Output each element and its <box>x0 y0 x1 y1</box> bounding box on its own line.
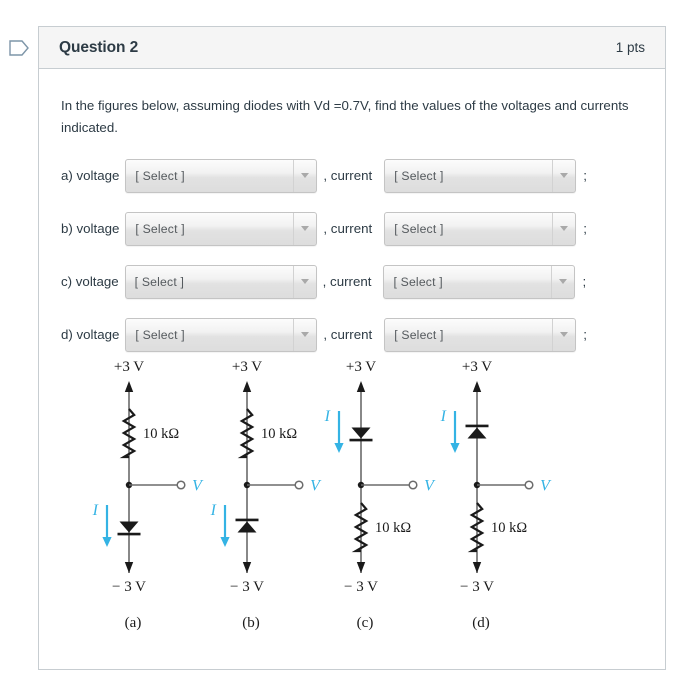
chevron-down-icon[interactable] <box>293 159 316 192</box>
open-terminal-c <box>408 480 418 490</box>
bottom-rail-label-c: − 3 V <box>344 579 378 595</box>
circuit-diagram-svg: +3 V− 3 V(a)V10 kΩI+3 V− 3 V(b)V10 kΩI+3… <box>92 359 552 631</box>
current-label-b: I <box>210 502 217 519</box>
current-label-a: I <box>92 502 99 519</box>
current-arrow-head-c <box>334 443 344 453</box>
circuit-c: +3 V − 3 V (c) V I 10 kΩ <box>324 359 436 631</box>
voltage-select-c[interactable]: [ Select ] <box>124 264 317 299</box>
voltage-select-a-value: [ Select ] <box>135 168 185 183</box>
top-arrowhead-b <box>242 381 252 392</box>
bottom-rail-label-d: − 3 V <box>460 579 494 595</box>
circuit-caption-d: (d) <box>472 615 490 631</box>
bottom-arrowhead-d <box>472 562 482 573</box>
voltage-select-b[interactable]: [ Select ] <box>125 211 318 246</box>
diode-triangle-a <box>119 521 139 533</box>
top-rail-label-d: +3 V <box>462 359 492 375</box>
page-title: Question 2 <box>59 38 139 56</box>
circuit-caption-a: (a) <box>125 615 142 631</box>
bottom-arrowhead-a <box>124 562 134 573</box>
chevron-down-icon[interactable] <box>293 318 316 351</box>
answer-row: b) voltage [ Select ] , current [ Select… <box>61 205 643 252</box>
answer-row-end-d: ; <box>583 327 587 343</box>
current-select-a[interactable]: [ Select ] <box>384 158 577 193</box>
answer-row-end-a: ; <box>583 168 587 184</box>
chevron-down-icon[interactable] <box>552 318 575 351</box>
voltage-select-d-value: [ Select ] <box>135 327 185 342</box>
answer-row: c) voltage [ Select ] , current [ Select… <box>61 258 643 305</box>
question-prompt: In the figures below, assuming diodes wi… <box>61 98 629 135</box>
open-terminal-d <box>524 480 534 490</box>
top-arrowhead-c <box>356 381 366 392</box>
node-voltage-label-b: V <box>310 478 322 495</box>
question-points: 1 pts <box>615 40 645 55</box>
top-rail-label-b: +3 V <box>232 359 262 375</box>
circuit-a: +3 V − 3 V (a) V 10 kΩ I <box>92 359 204 631</box>
voltage-select-a[interactable]: [ Select ] <box>125 158 318 193</box>
voltage-select-c-value: [ Select ] <box>134 274 185 289</box>
voltage-select-d[interactable]: [ Select ] <box>125 317 318 352</box>
page-root: Question 2 1 pts In the figures below, a… <box>0 0 700 678</box>
current-arrow-head-b <box>220 537 230 547</box>
current-select-b[interactable]: [ Select ] <box>384 211 577 246</box>
diode-triangle-d <box>467 427 487 439</box>
bottom-arrowhead-b <box>242 562 252 573</box>
answer-row-label-d: d) voltage <box>61 327 120 343</box>
diode-triangle-c <box>351 427 371 439</box>
resistor-label-b: 10 kΩ <box>261 426 297 442</box>
node-voltage-label-a: V <box>192 478 204 495</box>
open-terminal-a <box>176 480 186 490</box>
question-header: Question 2 1 pts <box>39 27 665 69</box>
circuit-caption-b: (b) <box>242 615 260 631</box>
top-rail-label-a: +3 V <box>114 359 144 375</box>
current-arrow-head-d <box>450 443 460 453</box>
voltage-select-b-value: [ Select ] <box>135 221 185 236</box>
question-body: In the figures below, assuming diodes wi… <box>39 69 665 358</box>
current-select-d[interactable]: [ Select ] <box>384 317 577 352</box>
resistor-label-d: 10 kΩ <box>491 520 527 536</box>
current-arrow-head-a <box>102 537 112 547</box>
circuit-figure: +3 V − 3 V (a) V 10 kΩ I +3 V − 3 V (b) V 10 kΩ I +3… <box>61 355 645 645</box>
answer-row-label-a: a) voltage <box>61 168 120 184</box>
current-select-c[interactable]: [ Select ] <box>383 264 576 299</box>
chevron-down-icon[interactable] <box>293 212 316 245</box>
circuit-caption-c: (c) <box>357 615 374 631</box>
chevron-down-icon[interactable] <box>292 265 316 298</box>
circuit-b: +3 V − 3 V (b) V 10 kΩ I <box>210 359 322 631</box>
current-select-d-value: [ Select ] <box>394 327 444 342</box>
bottom-rail-label-b: − 3 V <box>230 579 264 595</box>
answer-row-end-c: ; <box>582 274 587 290</box>
answer-row-mid-b: , current <box>323 221 373 237</box>
top-rail-label-c: +3 V <box>346 359 376 375</box>
bottom-arrowhead-c <box>356 562 366 573</box>
current-select-a-value: [ Select ] <box>394 168 444 183</box>
answer-row-label-c: c) voltage <box>61 274 119 290</box>
resistor-label-a: 10 kΩ <box>143 426 179 442</box>
diode-triangle-b <box>237 521 257 533</box>
chevron-down-icon[interactable] <box>551 265 574 298</box>
answer-row-mid-c: , current <box>322 274 372 290</box>
resistor-label-c: 10 kΩ <box>375 520 411 536</box>
current-select-b-value: [ Select ] <box>394 221 444 236</box>
flag-outline-icon[interactable] <box>8 38 30 58</box>
answer-row: a) voltage [ Select ] , current [ Select… <box>61 152 643 199</box>
bottom-rail-label-a: − 3 V <box>112 579 146 595</box>
question-card: Question 2 1 pts In the figures below, a… <box>38 26 666 670</box>
answer-row-end-b: ; <box>583 221 587 237</box>
answer-row: d) voltage [ Select ] , current [ Select… <box>61 311 643 358</box>
top-arrowhead-a <box>124 381 134 392</box>
circuit-d: +3 V − 3 V (d) V I 10 kΩ <box>440 359 552 631</box>
node-voltage-label-c: V <box>424 478 436 495</box>
node-voltage-label-d: V <box>540 478 552 495</box>
answer-row-mid-d: , current <box>323 327 373 343</box>
chevron-down-icon[interactable] <box>552 159 575 192</box>
current-label-d: I <box>440 408 447 425</box>
answer-row-mid-a: , current <box>323 168 373 184</box>
current-label-c: I <box>324 408 331 425</box>
chevron-down-icon[interactable] <box>552 212 575 245</box>
answer-row-label-b: b) voltage <box>61 221 120 237</box>
top-arrowhead-d <box>472 381 482 392</box>
open-terminal-b <box>294 480 304 490</box>
current-select-c-value: [ Select ] <box>393 274 443 289</box>
